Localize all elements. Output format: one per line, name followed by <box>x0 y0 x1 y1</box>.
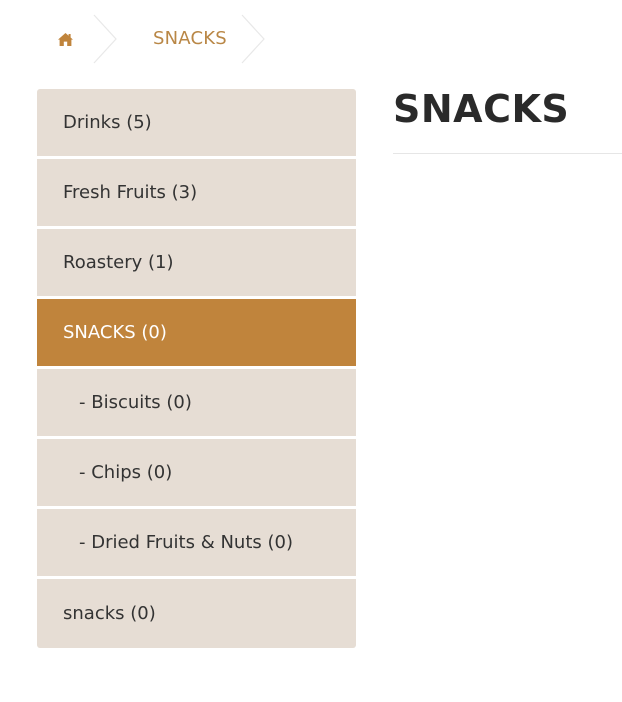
sidebar-item-label: Roastery (1) <box>63 252 174 273</box>
sidebar-item-label: Drinks (5) <box>63 112 152 133</box>
sidebar-item-snacks-lowercase[interactable]: snacks (0) <box>37 579 356 648</box>
breadcrumb-current-label[interactable]: SNACKS <box>117 14 241 64</box>
breadcrumb-separator-icon <box>93 14 117 64</box>
category-sidebar: Drinks (5) Fresh Fruits (3) Roastery (1)… <box>37 89 356 648</box>
breadcrumb: SNACKS <box>37 14 265 64</box>
home-icon <box>57 32 74 47</box>
breadcrumb-home <box>37 14 117 64</box>
sidebar-item-snacks-active[interactable]: SNACKS (0) <box>37 299 356 369</box>
sidebar-item-drinks[interactable]: Drinks (5) <box>37 89 356 159</box>
title-divider <box>393 153 622 154</box>
breadcrumb-current: SNACKS <box>117 14 265 64</box>
sidebar-item-label: - Biscuits (0) <box>79 392 192 413</box>
sidebar-item-label: snacks (0) <box>63 603 156 624</box>
home-link[interactable] <box>37 14 93 64</box>
sidebar-subitem-dried-fruits-nuts[interactable]: - Dried Fruits & Nuts (0) <box>37 509 356 579</box>
sidebar-item-fresh-fruits[interactable]: Fresh Fruits (3) <box>37 159 356 229</box>
sidebar-item-label: Fresh Fruits (3) <box>63 182 198 203</box>
sidebar-item-roastery[interactable]: Roastery (1) <box>37 229 356 299</box>
sidebar-subitem-biscuits[interactable]: - Biscuits (0) <box>37 369 356 439</box>
sidebar-item-label: SNACKS (0) <box>63 322 167 343</box>
page-title: SNACKS <box>393 87 570 131</box>
breadcrumb-separator-icon <box>241 14 265 64</box>
sidebar-item-label: - Dried Fruits & Nuts (0) <box>79 532 293 553</box>
sidebar-subitem-chips[interactable]: - Chips (0) <box>37 439 356 509</box>
sidebar-item-label: - Chips (0) <box>79 462 173 483</box>
